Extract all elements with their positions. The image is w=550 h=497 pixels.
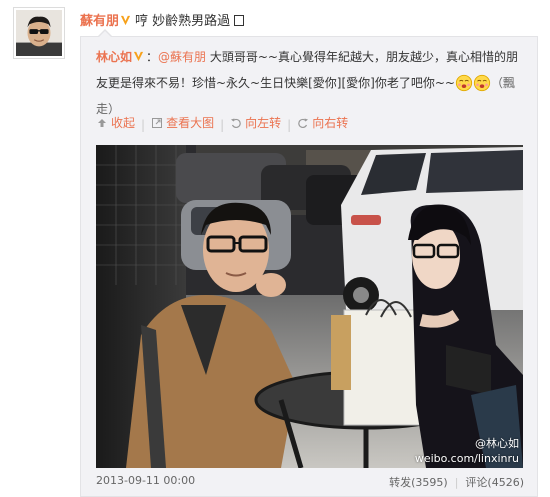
- toolbar-divider: |: [220, 117, 225, 132]
- post-photo[interactable]: @林心如 weibo.com/linxinru: [96, 145, 523, 468]
- repost-count: (3595): [411, 476, 448, 489]
- mention-link[interactable]: @蘇有朋: [158, 50, 206, 64]
- comment-button[interactable]: 评论(4526): [465, 476, 524, 489]
- comment-count: (4526): [487, 476, 524, 489]
- collapse-label: 收起: [111, 116, 136, 130]
- view-large-button[interactable]: 查看大图: [151, 114, 214, 131]
- zoom-icon: [152, 117, 163, 128]
- rotate-left-button[interactable]: 向左转: [230, 114, 281, 131]
- repost-button[interactable]: 转发(3595): [389, 476, 448, 489]
- stats-divider: |: [454, 476, 459, 489]
- rotate-left-icon: [231, 118, 241, 128]
- post-stats: 转发(3595) | 评论(4526): [389, 474, 524, 490]
- toolbar-divider: |: [141, 117, 146, 132]
- collapse-button[interactable]: 收起: [96, 114, 135, 131]
- comment-label: 评论: [465, 476, 488, 489]
- cute-face-emoji-icon: [455, 74, 473, 92]
- repost-pointer-inner: [99, 31, 111, 37]
- rotate-right-button[interactable]: 向右转: [297, 114, 348, 131]
- verified-v-icon: [133, 51, 144, 62]
- rotate-right-icon: [298, 118, 309, 128]
- repost-label: 转发: [389, 476, 412, 489]
- post-text: 哼 妙齡熟男路過: [135, 14, 231, 29]
- box-glyph: [234, 15, 245, 26]
- post-header: 蘇有朋 哼 妙齡熟男路過: [80, 10, 245, 29]
- photo-illustration: [96, 145, 523, 468]
- view-large-label: 查看大图: [166, 116, 215, 130]
- rotate-left-label: 向左转: [245, 116, 282, 130]
- watermark-name: @林心如: [475, 437, 519, 450]
- photo-watermark: @林心如 weibo.com/linxinru: [415, 436, 519, 466]
- cute-face-emoji-icon: [473, 74, 491, 92]
- post-timestamp[interactable]: 2013-09-11 00:00: [96, 474, 195, 487]
- avatar[interactable]: [13, 7, 65, 59]
- original-author-name[interactable]: 林心如: [96, 50, 132, 64]
- toolbar-divider: |: [287, 117, 292, 132]
- post-author-name[interactable]: 蘇有朋: [80, 14, 119, 29]
- rotate-right-label: 向右转: [312, 116, 349, 130]
- watermark-url: weibo.com/linxinru: [414, 452, 519, 465]
- image-toolbar: 收起 | 查看大图 | 向左转 | 向右转: [96, 114, 348, 132]
- collapse-arrow-icon: [98, 118, 106, 127]
- avatar-photo: [16, 10, 62, 56]
- original-post-text: 林心如 ：@蘇有朋 大頭哥哥~~真心覺得年紀越大，朋友越少，真心相惜的朋友更是得來…: [96, 50, 518, 116]
- verified-v-icon: [120, 15, 131, 26]
